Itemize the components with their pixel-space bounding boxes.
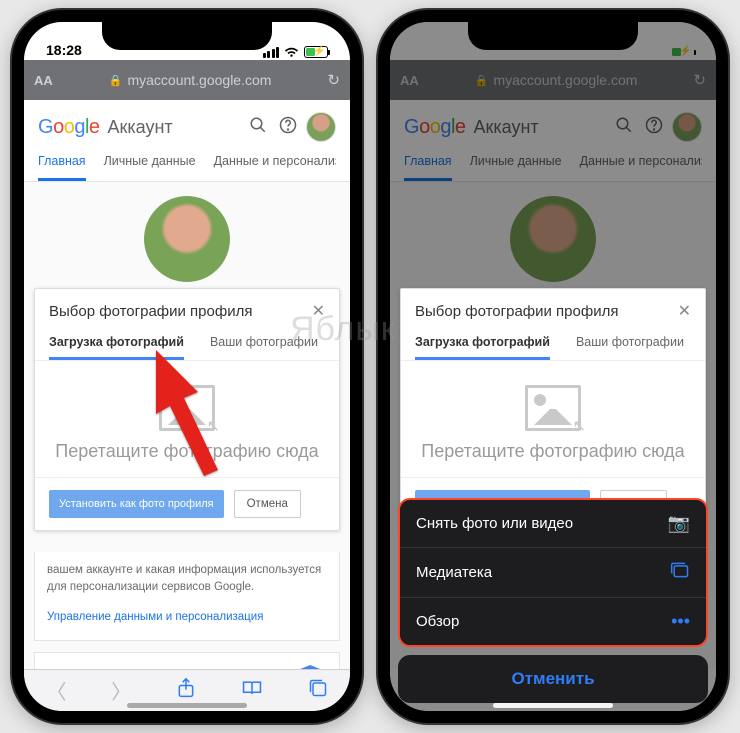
tab-your-photos[interactable]: Ваши фотографии: [210, 329, 318, 360]
screen-right: 18:29 ⚡ AA 🔒 myaccount.google.com ↻: [390, 22, 716, 711]
text-size-button[interactable]: AA: [34, 73, 53, 88]
google-logo: Google: [404, 116, 466, 139]
tab-upload[interactable]: Загрузка фотографий: [49, 329, 184, 360]
iphone-right: 18:29 ⚡ AA 🔒 myaccount.google.com ↻: [378, 10, 728, 723]
safari-address-bar[interactable]: AA 🔒 myaccount.google.com ↻: [390, 60, 716, 100]
google-header: Google Аккаунт Главная: [24, 100, 350, 182]
url-text: myaccount.google.com: [127, 72, 271, 88]
battery-icon: ⚡: [670, 46, 694, 58]
help-icon[interactable]: [642, 116, 666, 139]
reload-icon[interactable]: ↻: [327, 71, 340, 89]
url-display[interactable]: 🔒 myaccount.google.com: [61, 72, 320, 88]
back-icon[interactable]: 〈: [46, 676, 66, 705]
manage-data-link[interactable]: Управление данными и персонализация: [47, 609, 327, 626]
lock-icon: 🔒: [109, 74, 123, 87]
security-issues-card[interactable]: Обнаружены проблемы безопасности: [34, 652, 340, 669]
set-profile-photo-button[interactable]: Установить как фото профиля: [49, 490, 224, 518]
image-placeholder-icon: ↖: [525, 385, 581, 431]
drop-zone[interactable]: ↖ Перетащите фотографию сюда: [35, 361, 339, 477]
photo-picker-dialog: Выбор фотографии профиля ✕ Загрузка фото…: [34, 288, 340, 531]
url-text: myaccount.google.com: [493, 72, 637, 88]
text-size-button[interactable]: AA: [400, 73, 419, 88]
info-text-block: вашем аккаунте и какая информация исполь…: [34, 552, 340, 641]
tab-data[interactable]: Данные и персонализ…: [580, 154, 702, 181]
tab-your-photos[interactable]: Ваши фотографии: [576, 329, 684, 360]
avatar[interactable]: [306, 112, 336, 142]
sheet-browse[interactable]: Обзор •••: [400, 598, 706, 645]
status-time: 18:29: [412, 42, 448, 58]
profile-photo-large[interactable]: [144, 196, 230, 282]
drop-text: Перетащите фотографию сюда: [49, 439, 325, 463]
action-sheet: Снять фото или видео 📷 Медиатека Обзор •…: [398, 498, 708, 703]
image-placeholder-icon: ↖: [159, 385, 215, 431]
avatar[interactable]: [672, 112, 702, 142]
tabs-icon[interactable]: [308, 678, 328, 704]
page-content: Google Аккаунт Главная: [24, 100, 350, 669]
close-icon[interactable]: ✕: [312, 301, 325, 321]
iphone-left: 18:28 ⚡ AA 🔒 myaccount.google.com ↻: [12, 10, 362, 723]
bookmarks-icon[interactable]: [241, 679, 263, 703]
screen-left: 18:28 ⚡ AA 🔒 myaccount.google.com ↻: [24, 22, 350, 711]
status-right: ⚡: [263, 46, 329, 58]
status-right: ⚡: [629, 46, 695, 58]
tab-home[interactable]: Главная: [38, 154, 86, 181]
notch: [102, 22, 272, 50]
tab-data[interactable]: Данные и персонализ…: [214, 154, 336, 181]
home-indicator: [493, 703, 613, 708]
tab-personal[interactable]: Личные данные: [104, 154, 196, 181]
tab-personal[interactable]: Личные данные: [470, 154, 562, 181]
dialog-title: Выбор фотографии профиля: [49, 303, 312, 320]
lock-icon: 🔒: [475, 74, 489, 87]
sheet-cancel-button[interactable]: Отменить: [398, 655, 708, 703]
photo-picker-dialog: Выбор фотографии профиля ✕ Загрузка фото…: [400, 288, 706, 531]
search-icon[interactable]: [612, 116, 636, 139]
signal-icon: [263, 47, 280, 58]
wifi-icon: [650, 47, 665, 58]
notch: [468, 22, 638, 50]
wifi-icon: [284, 47, 299, 58]
sheet-photo-library[interactable]: Медиатека: [400, 548, 706, 598]
account-label: Аккаунт: [108, 117, 173, 138]
camera-icon: 📷: [668, 513, 690, 534]
reload-icon[interactable]: ↻: [693, 71, 706, 89]
signal-icon: [629, 47, 646, 58]
help-icon[interactable]: [276, 116, 300, 139]
tab-upload[interactable]: Загрузка фотографий: [415, 329, 550, 360]
search-icon[interactable]: [246, 116, 270, 139]
tab-home[interactable]: Главная: [404, 154, 452, 181]
profile-photo-large[interactable]: [510, 196, 596, 282]
google-logo: Google: [38, 116, 100, 139]
forward-icon[interactable]: 〉: [111, 676, 131, 705]
battery-icon: ⚡: [304, 46, 328, 58]
library-icon: [670, 561, 690, 584]
safari-address-bar[interactable]: AA 🔒 myaccount.google.com ↻: [24, 60, 350, 100]
sheet-take-photo[interactable]: Снять фото или видео 📷: [400, 500, 706, 548]
close-icon[interactable]: ✕: [678, 301, 691, 321]
more-icon: •••: [671, 611, 690, 632]
drop-zone[interactable]: ↖ Перетащите фотографию сюда: [401, 361, 705, 477]
url-display[interactable]: 🔒 myaccount.google.com: [427, 72, 686, 88]
cancel-button[interactable]: Отмена: [234, 490, 301, 518]
home-indicator: [127, 703, 247, 708]
share-icon[interactable]: [176, 677, 196, 705]
status-time: 18:28: [46, 42, 82, 58]
account-label: Аккаунт: [474, 117, 539, 138]
google-tabs: Главная Личные данные Данные и персонали…: [38, 154, 336, 181]
